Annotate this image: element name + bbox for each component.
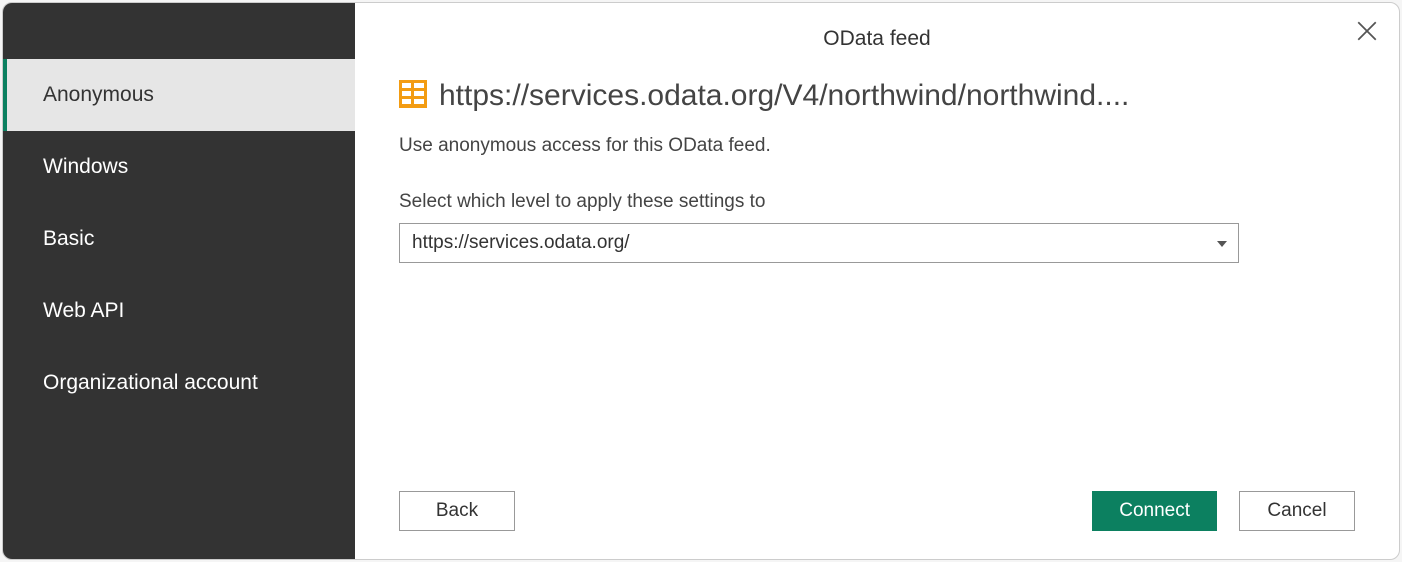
sidebar-item-basic[interactable]: Basic (3, 203, 355, 275)
level-select-label: Select which level to apply these settin… (399, 191, 1355, 213)
sidebar-item-web-api[interactable]: Web API (3, 275, 355, 347)
level-select-value: https://services.odata.org/ (412, 232, 630, 254)
odata-feed-icon (399, 80, 427, 113)
button-row: Back Connect Cancel (399, 491, 1355, 531)
feed-url-row: https://services.odata.org/V4/northwind/… (399, 79, 1355, 113)
sidebar-item-label: Anonymous (43, 83, 154, 106)
dialog-title: OData feed (399, 27, 1355, 51)
sidebar-item-label: Windows (43, 155, 128, 178)
sidebar-item-anonymous[interactable]: Anonymous (3, 59, 355, 131)
sidebar-item-organizational-account[interactable]: Organizational account (3, 347, 355, 419)
auth-description: Use anonymous access for this OData feed… (399, 135, 1355, 157)
cancel-button[interactable]: Cancel (1239, 491, 1355, 531)
feed-url-text: https://services.odata.org/V4/northwind/… (439, 79, 1129, 113)
auth-method-sidebar: Anonymous Windows Basic Web API Organiza… (3, 3, 355, 559)
back-button[interactable]: Back (399, 491, 515, 531)
main-panel: OData feed https://services.odata.org/V4… (355, 3, 1399, 559)
sidebar-item-label: Organizational account (43, 371, 258, 394)
level-select[interactable]: https://services.odata.org/ (399, 223, 1239, 263)
sidebar-item-label: Basic (43, 227, 94, 250)
connect-button[interactable]: Connect (1092, 491, 1217, 531)
close-icon[interactable] (1357, 21, 1377, 46)
odata-feed-dialog: Anonymous Windows Basic Web API Organiza… (2, 2, 1400, 560)
sidebar-item-label: Web API (43, 299, 124, 322)
sidebar-item-windows[interactable]: Windows (3, 131, 355, 203)
